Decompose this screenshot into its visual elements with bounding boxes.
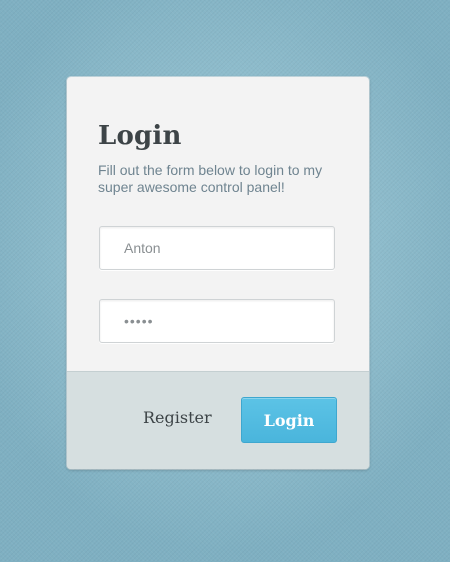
- card-footer: Register Login: [67, 371, 369, 469]
- login-button[interactable]: Login: [241, 397, 337, 443]
- register-link[interactable]: Register: [143, 408, 212, 427]
- page-title: Login: [98, 121, 182, 151]
- username-field[interactable]: [99, 226, 335, 270]
- password-field[interactable]: [99, 299, 335, 343]
- form-description: Fill out the form below to login to my s…: [98, 162, 323, 195]
- login-card: Login Fill out the form below to login t…: [67, 77, 369, 469]
